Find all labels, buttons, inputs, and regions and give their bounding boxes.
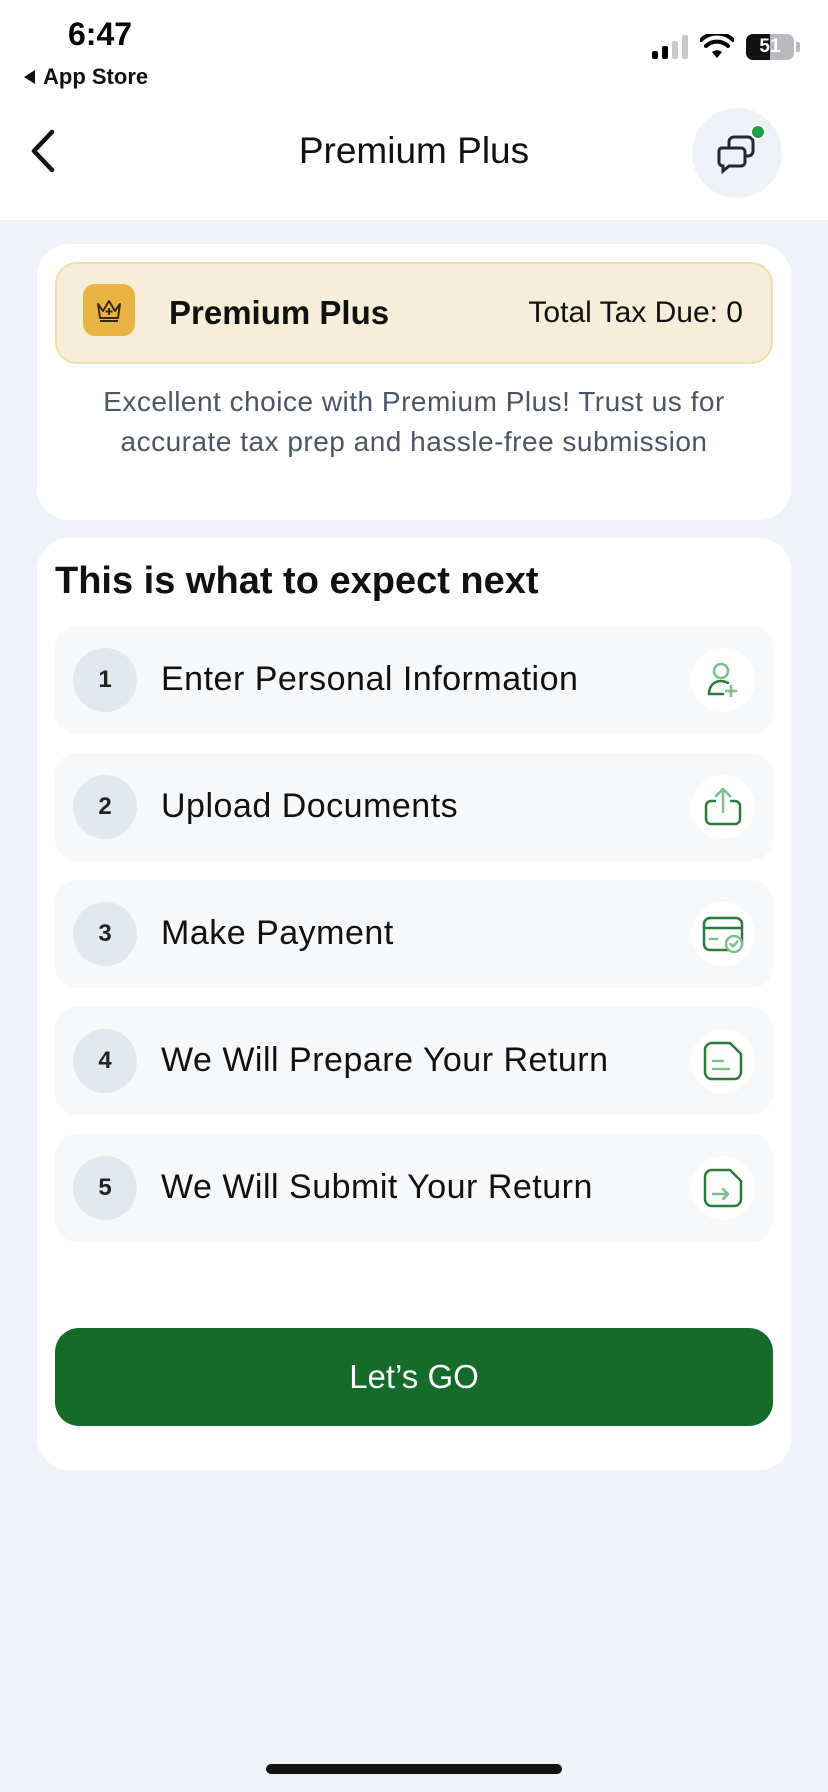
card-check-icon xyxy=(691,902,755,966)
step-item[interactable]: 2 Upload Documents xyxy=(55,753,773,861)
section-title: This is what to expect next xyxy=(55,560,539,602)
step-label: Upload Documents xyxy=(161,787,459,825)
step-label: We Will Submit Your Return xyxy=(161,1168,593,1206)
upload-icon xyxy=(691,775,755,839)
battery-level: 51 xyxy=(759,36,781,57)
document-arrow-icon xyxy=(691,1156,755,1220)
step-number: 5 xyxy=(73,1156,137,1220)
step-item[interactable]: 1 Enter Personal Information xyxy=(55,626,773,734)
battery-icon: 51 xyxy=(746,34,794,60)
top-bar: 6:47 App Store 51 Premium Plus xyxy=(0,0,828,220)
step-number: 3 xyxy=(73,902,137,966)
step-label: Enter Personal Information xyxy=(161,660,579,698)
document-lines-icon xyxy=(691,1029,755,1093)
next-steps-card: This is what to expect next 1 Enter Pers… xyxy=(37,538,791,1470)
back-to-app-store[interactable]: App Store xyxy=(24,64,148,90)
step-number: 4 xyxy=(73,1029,137,1093)
chat-button[interactable] xyxy=(692,108,782,198)
crown-badge xyxy=(83,284,135,336)
step-item[interactable]: 3 Make Payment xyxy=(55,880,773,988)
crown-icon xyxy=(97,300,121,322)
plan-description: Excellent choice with Premium Plus! Trus… xyxy=(103,386,725,457)
back-triangle-icon xyxy=(24,70,35,84)
step-item[interactable]: 4 We Will Prepare Your Return xyxy=(55,1007,773,1115)
cellular-signal-icon xyxy=(652,35,688,59)
steps-list: 1 Enter Personal Information 2 Upload Do… xyxy=(55,626,773,1261)
step-number: 2 xyxy=(73,775,137,839)
status-time: 6:47 xyxy=(68,16,133,52)
wifi-icon xyxy=(700,34,734,58)
notification-dot xyxy=(750,124,766,140)
plan-banner: Premium Plus Total Tax Due: 0 xyxy=(55,262,773,364)
total-tax-due: Total Tax Due: 0 xyxy=(528,296,743,329)
step-item[interactable]: 5 We Will Submit Your Return xyxy=(55,1134,773,1242)
home-indicator[interactable] xyxy=(266,1764,562,1774)
step-number: 1 xyxy=(73,648,137,712)
plan-card: Premium Plus Total Tax Due: 0 Excellent … xyxy=(37,244,791,520)
plan-name: Premium Plus xyxy=(169,294,390,331)
step-label: We Will Prepare Your Return xyxy=(161,1041,609,1079)
add-user-icon xyxy=(691,648,755,712)
step-label: Make Payment xyxy=(161,914,394,952)
lets-go-button[interactable]: Let’s GO xyxy=(55,1328,773,1426)
back-app-label: App Store xyxy=(43,64,149,89)
status-icons: 51 xyxy=(652,34,800,60)
